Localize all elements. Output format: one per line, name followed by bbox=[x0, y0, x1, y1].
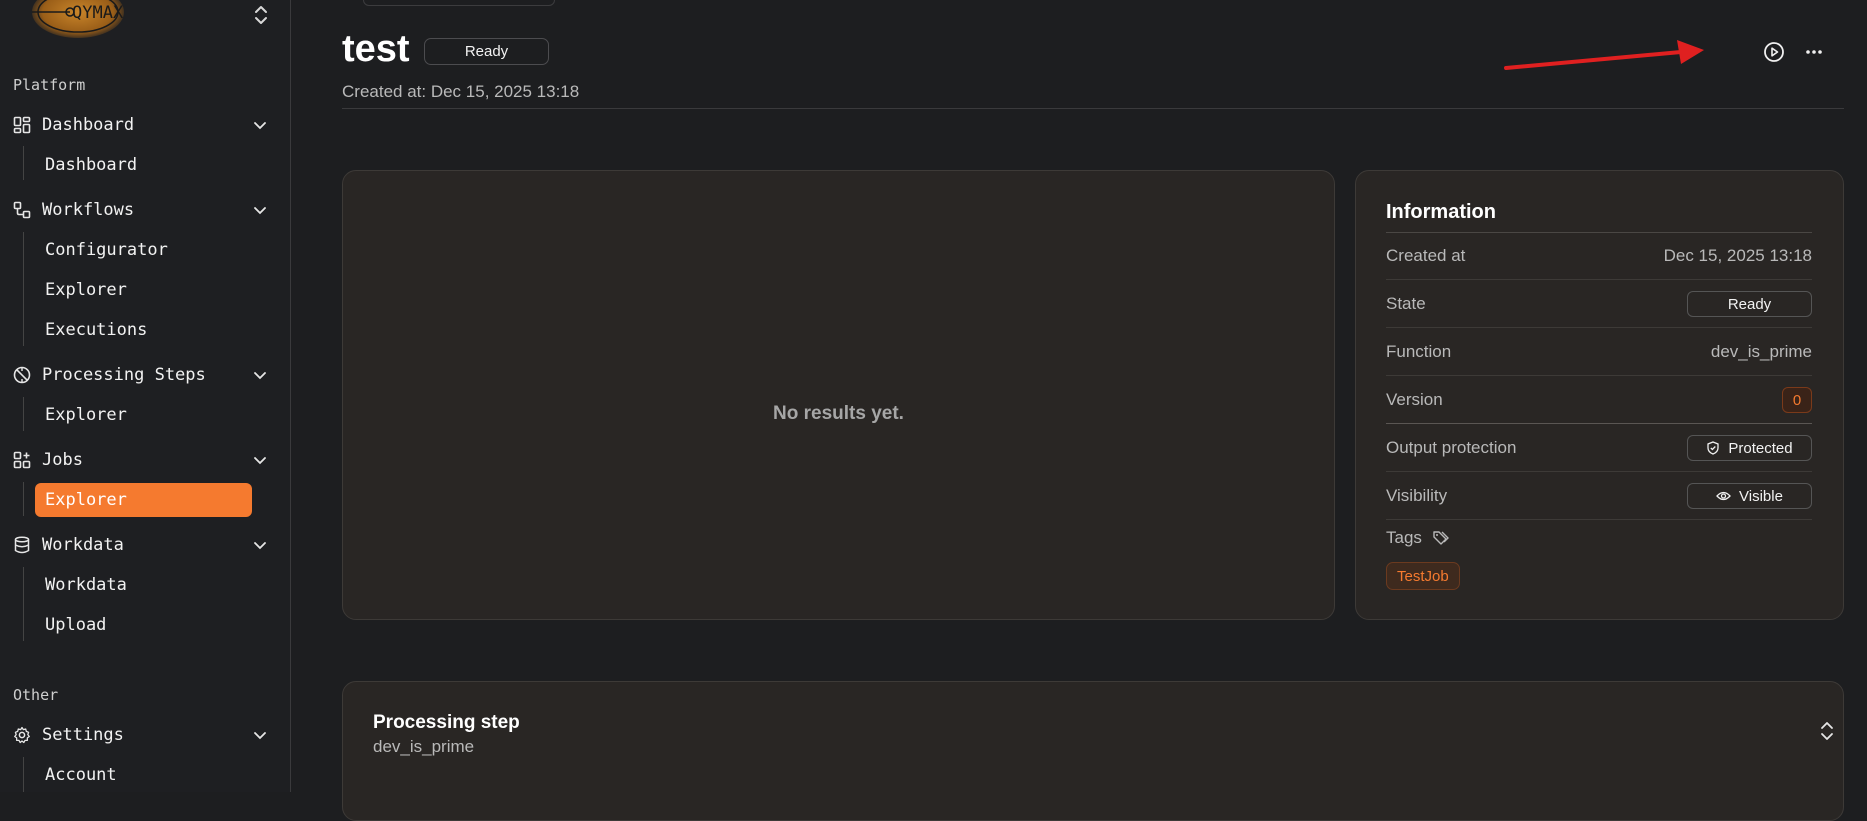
nav-item-dashboard[interactable]: Dashboard bbox=[35, 148, 252, 182]
nav-group-label: Settings bbox=[42, 725, 124, 745]
protection-badge-text: Protected bbox=[1728, 439, 1793, 457]
nav-group-settings[interactable]: Settings bbox=[12, 720, 274, 750]
annotation-arrow-icon bbox=[1504, 40, 1704, 70]
nav-tree-line bbox=[23, 146, 24, 180]
header-divider bbox=[342, 108, 1844, 109]
chevron-down-icon bbox=[254, 457, 266, 465]
created-at-label: Created at: Dec 15, 2025 13:18 bbox=[342, 82, 580, 101]
nav-tree-line bbox=[23, 482, 24, 516]
nav-tree-line bbox=[23, 757, 24, 792]
info-row-visibility: Visibility Visible bbox=[1386, 473, 1812, 520]
status-badge: Ready bbox=[424, 38, 549, 65]
info-key: State bbox=[1386, 294, 1426, 313]
play-circle-icon bbox=[1764, 42, 1784, 62]
info-key: Visibility bbox=[1386, 486, 1448, 505]
info-row-version: Version 0 bbox=[1386, 377, 1812, 424]
information-card: Information Created at Dec 15, 2025 13:1… bbox=[1355, 170, 1844, 620]
workspace-switcher-icon[interactable] bbox=[252, 4, 270, 26]
main-content: test Ready Created at: Dec 15, 2025 13:1… bbox=[291, 0, 1867, 821]
chevron-down-icon bbox=[254, 207, 266, 215]
more-horizontal-icon bbox=[1806, 50, 1822, 54]
section-label-other: Other bbox=[13, 686, 59, 704]
state-badge: Ready bbox=[1687, 291, 1812, 317]
chevron-down-icon bbox=[254, 372, 266, 380]
nav-group-label: Jobs bbox=[42, 450, 83, 470]
run-job-button[interactable] bbox=[1760, 38, 1788, 66]
logo-mark-icon: QYMAX bbox=[32, 0, 124, 38]
eye-icon bbox=[1716, 491, 1731, 501]
nav-group-jobs[interactable]: Jobs bbox=[12, 445, 274, 475]
nav-item-account[interactable]: Account bbox=[35, 758, 252, 792]
protection-badge: Protected bbox=[1687, 435, 1812, 461]
info-key: Version bbox=[1386, 390, 1443, 409]
nav-group-label: Workdata bbox=[42, 535, 124, 555]
info-row-state: State Ready bbox=[1386, 281, 1812, 328]
nav-group-label: Processing Steps bbox=[42, 365, 206, 385]
nav-item-processing-explorer[interactable]: Explorer bbox=[35, 398, 252, 432]
nav-group-workdata[interactable]: Workdata bbox=[12, 530, 274, 560]
nav-item-jobs-explorer[interactable]: Explorer bbox=[35, 483, 252, 517]
workflow-icon bbox=[12, 200, 32, 220]
nav-group-dashboard[interactable]: Dashboard bbox=[12, 110, 274, 140]
tags-icon[interactable] bbox=[1432, 529, 1450, 547]
nav-tree-line bbox=[23, 397, 24, 431]
dashboard-grid-icon bbox=[12, 115, 32, 135]
info-row-output-protection: Output protection Protected bbox=[1386, 425, 1812, 472]
page-title: test bbox=[342, 28, 410, 70]
nav-group-label: Dashboard bbox=[42, 115, 135, 135]
chevron-down-icon bbox=[254, 732, 266, 740]
nav-item-executions[interactable]: Executions bbox=[35, 313, 252, 347]
more-actions-button[interactable] bbox=[1800, 38, 1828, 66]
top-input-stub[interactable] bbox=[363, 0, 555, 6]
nav-group-label: Workflows bbox=[42, 200, 135, 220]
shield-check-icon bbox=[1707, 441, 1720, 455]
processing-steps-icon bbox=[12, 365, 32, 385]
jobs-icon bbox=[12, 450, 32, 470]
results-card: No results yet. bbox=[342, 170, 1335, 620]
database-icon bbox=[12, 535, 32, 555]
chevron-down-icon bbox=[254, 542, 266, 550]
nav-item-upload[interactable]: Upload bbox=[35, 608, 252, 642]
state-badge-text: Ready bbox=[1727, 295, 1772, 313]
processing-step-function: dev_is_prime bbox=[373, 737, 475, 756]
info-key: Function bbox=[1386, 342, 1452, 361]
version-badge: 0 bbox=[1782, 387, 1812, 413]
info-value: dev_is_prime bbox=[1710, 342, 1812, 361]
section-label-platform: Platform bbox=[13, 76, 86, 94]
info-key: Created at bbox=[1386, 246, 1466, 265]
logo[interactable]: QYMAX bbox=[30, 0, 140, 40]
gear-icon bbox=[12, 725, 32, 745]
nav-group-processing-steps[interactable]: Processing Steps bbox=[12, 360, 274, 390]
processing-step-card: Processing step dev_is_prime bbox=[342, 681, 1844, 821]
nav-item-configurator[interactable]: Configurator bbox=[35, 233, 252, 267]
nav-item-workdata[interactable]: Workdata bbox=[35, 568, 252, 602]
info-row-created-at: Created at Dec 15, 2025 13:18 bbox=[1386, 233, 1812, 280]
info-row-function: Function dev_is_prime bbox=[1386, 329, 1812, 376]
visibility-badge: Visible bbox=[1687, 483, 1812, 509]
sidebar: QYMAX Platform Dashboard Dashboard Workf… bbox=[0, 0, 291, 792]
information-title: Information bbox=[1386, 201, 1496, 223]
chevron-down-icon bbox=[254, 122, 266, 130]
nav-item-workflow-explorer[interactable]: Explorer bbox=[35, 273, 252, 307]
nav-tree-line bbox=[23, 232, 24, 346]
visibility-badge-text: Visible bbox=[1739, 487, 1783, 505]
processing-step-title: Processing step bbox=[373, 712, 520, 733]
tags-header: Tags bbox=[1386, 528, 1450, 548]
tag-chip[interactable]: TestJob bbox=[1386, 562, 1460, 590]
nav-tree-line bbox=[23, 567, 24, 641]
info-value: Dec 15, 2025 13:18 bbox=[1663, 246, 1812, 265]
tags-label: Tags bbox=[1386, 528, 1422, 547]
empty-results-text: No results yet. bbox=[773, 403, 904, 424]
info-key: Output protection bbox=[1386, 438, 1517, 457]
nav-group-workflows[interactable]: Workflows bbox=[12, 195, 274, 225]
logo-text: QYMAX bbox=[72, 3, 124, 23]
expand-collapse-icon[interactable] bbox=[1818, 720, 1836, 742]
